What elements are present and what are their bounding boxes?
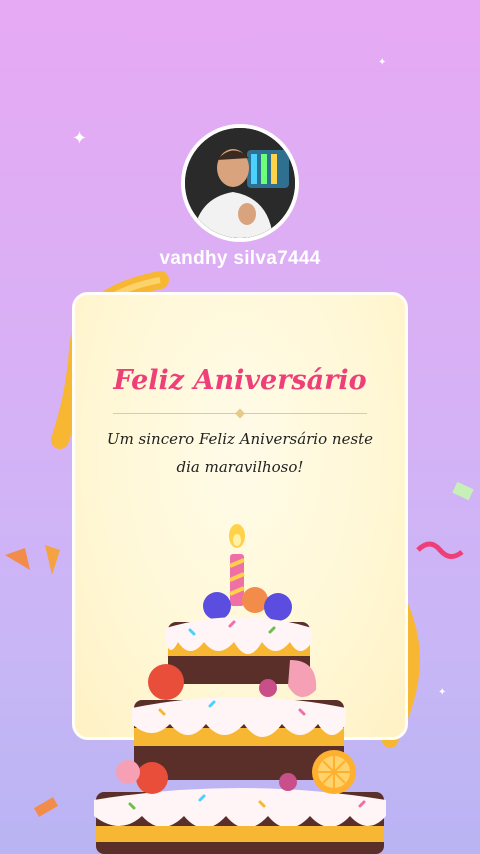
profile-photo	[185, 128, 295, 238]
divider	[113, 408, 367, 419]
candle-icon	[229, 524, 245, 606]
sparkle-icon: ✦	[378, 57, 387, 68]
username: vandhy silva7444	[159, 248, 321, 269]
sparkle-icon: ✦	[72, 128, 88, 149]
cake-illustration	[94, 524, 386, 854]
card-message: Um sincero Feliz Aniversário neste dia m…	[106, 430, 374, 476]
card-title: Feliz Aniversário	[113, 365, 367, 396]
avatar[interactable]	[181, 124, 299, 242]
